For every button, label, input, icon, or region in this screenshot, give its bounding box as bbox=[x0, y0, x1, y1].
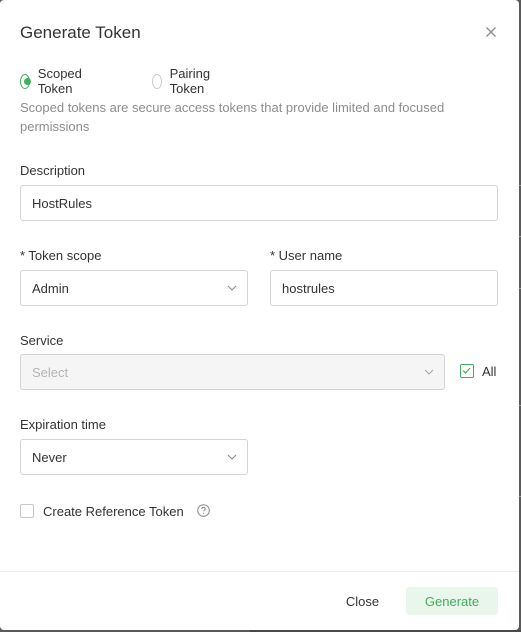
radio-scoped-token-indicator[interactable] bbox=[20, 73, 31, 89]
user-name-value: hostrules bbox=[282, 280, 335, 296]
expiration-value: Never bbox=[32, 449, 67, 465]
close-button[interactable]: Close bbox=[335, 587, 390, 615]
generate-token-dialog: Generate Token Scoped Token Pairing Toke… bbox=[0, 0, 519, 630]
service-select[interactable]: Select bbox=[20, 354, 445, 390]
footer-divider bbox=[0, 571, 519, 572]
token-type-description: Scoped tokens are secure access tokens t… bbox=[20, 100, 445, 134]
description-input[interactable]: HostRules bbox=[20, 185, 498, 221]
description-label: Description bbox=[20, 163, 86, 178]
close-icon[interactable] bbox=[483, 24, 499, 40]
service-all-checkbox[interactable] bbox=[460, 364, 474, 378]
chevron-down-icon bbox=[424, 369, 434, 375]
token-scope-value: Admin bbox=[32, 280, 69, 296]
help-circle-icon[interactable] bbox=[197, 504, 210, 517]
user-name-label: * User name bbox=[270, 248, 343, 263]
reference-token-label[interactable]: Create Reference Token bbox=[43, 504, 184, 519]
radio-scoped-token[interactable]: Scoped Token bbox=[20, 66, 87, 96]
chevron-down-icon bbox=[227, 454, 237, 460]
expiration-select[interactable]: Never bbox=[20, 439, 248, 475]
radio-pairing-token-label[interactable]: Pairing Token bbox=[170, 66, 216, 96]
service-all-label[interactable]: All bbox=[482, 364, 496, 379]
service-label: Service bbox=[20, 333, 64, 348]
token-scope-label: * Token scope bbox=[20, 248, 102, 263]
generate-button[interactable]: Generate bbox=[406, 587, 498, 615]
checkmark-icon bbox=[462, 367, 471, 374]
radio-pairing-token[interactable]: Pairing Token bbox=[152, 66, 215, 96]
service-placeholder: Select bbox=[32, 364, 69, 380]
radio-scoped-token-label[interactable]: Scoped Token bbox=[38, 66, 87, 96]
radio-pairing-token-indicator[interactable] bbox=[152, 73, 162, 89]
user-name-input[interactable]: hostrules bbox=[270, 270, 498, 306]
token-scope-select[interactable]: Admin bbox=[20, 270, 248, 306]
description-value: HostRules bbox=[32, 195, 92, 211]
dialog-title: Generate Token bbox=[20, 23, 141, 42]
reference-token-checkbox[interactable] bbox=[20, 504, 34, 518]
chevron-down-icon bbox=[227, 285, 237, 291]
expiration-label: Expiration time bbox=[20, 417, 106, 432]
